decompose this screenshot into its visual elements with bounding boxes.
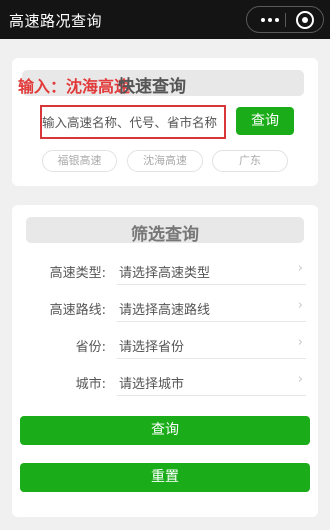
quick-chip-shenhai[interactable]: 沈海高速 xyxy=(127,150,203,172)
quick-search-title: 快速查询 xyxy=(118,77,186,97)
city-value: 请选择城市 xyxy=(119,377,185,392)
field-underline xyxy=(117,284,306,285)
city-label: 城市: xyxy=(75,377,106,392)
search-box xyxy=(40,105,226,139)
input-annotation: 输入：沈海高速 xyxy=(18,77,131,96)
chevron-right-icon: › xyxy=(297,261,303,276)
field-underline xyxy=(117,321,306,322)
highway-route-label: 高速路线: xyxy=(49,303,106,318)
province-value: 请选择省份 xyxy=(119,340,185,355)
highway-route-select[interactable]: 高速路线: 请选择高速路线 › xyxy=(12,292,318,322)
filter-reset-button[interactable]: 重置 xyxy=(20,463,310,492)
highway-type-label: 高速类型: xyxy=(49,266,106,281)
province-select[interactable]: 省份: 请选择省份 › xyxy=(12,329,318,359)
filter-title: 筛选查询 xyxy=(131,225,199,245)
highway-type-select[interactable]: 高速类型: 请选择高速类型 › xyxy=(12,255,318,285)
page-title: 高速路况查询 xyxy=(9,12,103,30)
chevron-right-icon: › xyxy=(297,298,303,313)
highway-type-value: 请选择高速类型 xyxy=(119,266,211,281)
filter-card: 筛选查询 高速类型: 请选择高速类型 › 高速路线: 请选择高速路线 › 省份:… xyxy=(12,205,318,517)
field-underline xyxy=(117,358,306,359)
title-bar: 高速路况查询 xyxy=(0,0,330,39)
chevron-right-icon: › xyxy=(297,372,303,387)
city-select[interactable]: 城市: 请选择城市 › xyxy=(12,366,318,396)
more-dots-icon[interactable] xyxy=(257,10,283,30)
search-button[interactable]: 查询 xyxy=(236,107,294,135)
quick-search-card: 输入：沈海高速 快速查询 查询 福银高速 沈海高速 广东 xyxy=(12,58,318,186)
close-target-icon[interactable] xyxy=(296,11,314,29)
quick-chip-guangdong[interactable]: 广东 xyxy=(212,150,288,172)
province-label: 省份: xyxy=(75,340,106,355)
chevron-right-icon: › xyxy=(297,335,303,350)
capsule-divider xyxy=(285,13,286,27)
mini-program-capsule xyxy=(246,6,324,33)
quick-chip-fuyin[interactable]: 福银高速 xyxy=(42,150,117,172)
filter-query-button[interactable]: 查询 xyxy=(20,416,310,445)
field-underline xyxy=(117,395,306,396)
search-input[interactable] xyxy=(42,107,224,137)
highway-route-value: 请选择高速路线 xyxy=(119,303,211,318)
